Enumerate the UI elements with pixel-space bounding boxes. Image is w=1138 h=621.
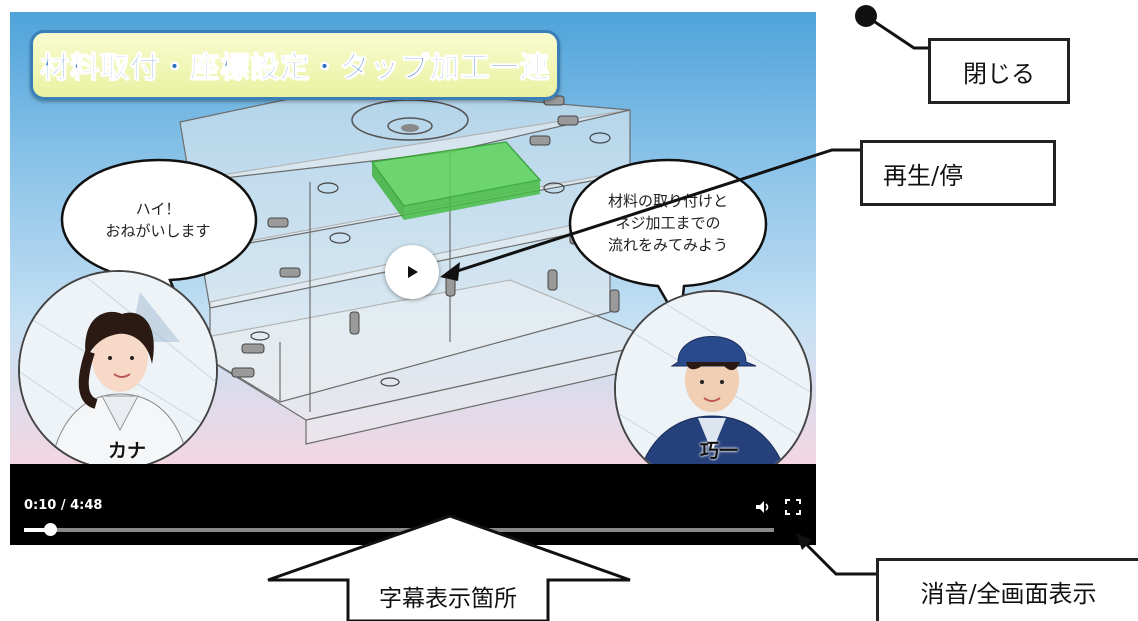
callout-subtitle-area: 字幕表示箇所 [379,586,517,612]
callout-close: 閉じる [928,38,1070,104]
close-pointer-line [865,14,928,50]
mute-pointer-line [800,538,876,576]
callout-play-pause: 再生/停 [860,140,1056,206]
callout-mute-fullscreen: 消音/全画面表示 [876,558,1138,621]
play-pause-pointer-line [447,148,860,276]
play-pause-pointer-arrowhead [440,262,460,281]
